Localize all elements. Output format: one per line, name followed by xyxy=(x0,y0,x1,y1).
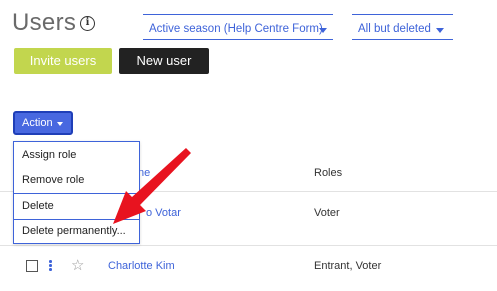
invite-users-button[interactable]: Invite users xyxy=(14,48,112,74)
season-filter-value: Active season (Help Centre Form) xyxy=(149,23,323,35)
caret-down-icon xyxy=(57,122,63,126)
row-divider xyxy=(0,245,497,246)
action-button[interactable]: Action xyxy=(13,111,73,135)
row-checkbox[interactable] xyxy=(26,260,38,272)
column-header-roles: Roles xyxy=(314,167,343,179)
star-icon[interactable]: ☆ xyxy=(71,258,84,273)
deleted-filter-select[interactable]: All but deleted xyxy=(352,14,453,40)
menu-item-delete[interactable]: Delete xyxy=(14,194,139,219)
deleted-filter-value: All but deleted xyxy=(358,23,431,35)
menu-item-assign-role[interactable]: Assign role xyxy=(14,143,139,168)
kebab-menu-icon[interactable] xyxy=(49,260,53,272)
user-roles: Voter xyxy=(314,207,340,219)
user-name-link[interactable]: Charlotte Kim xyxy=(108,260,175,272)
action-dropdown-menu: Assign role Remove role Delete Delete pe… xyxy=(13,141,140,244)
page-title: Users xyxy=(12,9,77,36)
chevron-down-icon xyxy=(436,28,444,33)
new-user-button[interactable]: New user xyxy=(119,48,209,74)
info-icon[interactable]: i xyxy=(80,16,95,31)
chevron-down-icon xyxy=(319,28,327,33)
user-roles: Entrant, Voter xyxy=(314,260,382,272)
menu-item-remove-role[interactable]: Remove role xyxy=(14,168,139,193)
season-filter-select[interactable]: Active season (Help Centre Form) xyxy=(143,14,333,40)
menu-item-delete-permanently[interactable]: Delete permanently... xyxy=(14,219,139,244)
user-name-link[interactable]: o Votar xyxy=(146,207,181,219)
action-button-label: Action xyxy=(22,117,53,129)
